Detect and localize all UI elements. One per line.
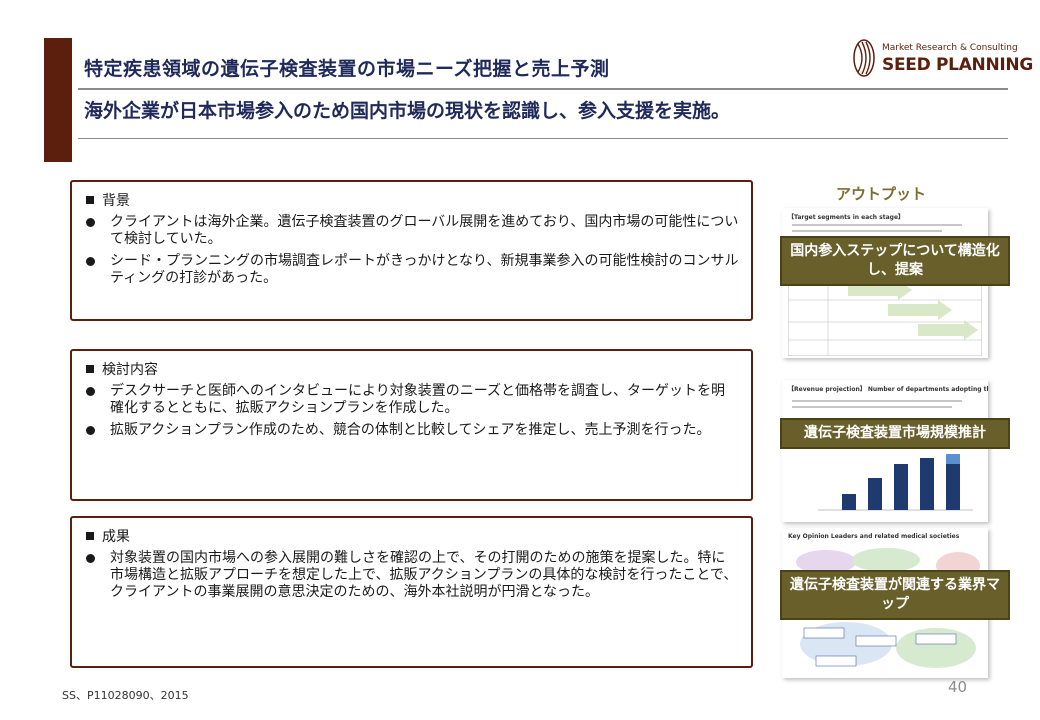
bullet-dot-icon	[86, 422, 104, 439]
results-section: 成果 対象装置の国内市場への参入展開の難しさを確認の上で、その打開のための施策を…	[70, 516, 753, 668]
square-bullet-icon	[86, 365, 94, 373]
section-heading: 検討内容	[84, 359, 739, 379]
output-label-industry-map: 遺伝子検査装置が関連する業界マップ	[780, 570, 1010, 620]
output-label-market-size: 遺伝子検査装置市場規模推計	[780, 418, 1010, 449]
thumb-caption: Key Opinion Leaders and related medical …	[788, 533, 960, 540]
output-thumbnail-market-size: 【Revenue projection】 Number of departmen…	[782, 380, 988, 522]
study-content-section: 検討内容 デスクサーチと医師へのインタビューにより対象装置のニーズと価格帯を調査…	[70, 349, 753, 501]
title-divider	[78, 88, 1008, 90]
list-item: シード・プランニングの市場調査レポートがきっかけとなり、新規事業参入の可能性検討…	[84, 253, 739, 287]
bullet-dot-icon	[86, 214, 104, 248]
steps-diagram-thumb	[788, 278, 982, 356]
section-heading: 成果	[84, 526, 739, 546]
page-subtitle: 海外企業が日本市場参入のため国内市場の現状を認識し、参入支援を実施。	[84, 100, 731, 122]
list-item: デスクサーチと医師へのインタビューにより対象装置のニーズと価格帯を調査し、ターゲ…	[84, 383, 739, 417]
footer-reference: SS、P11028090、2015	[62, 689, 189, 702]
subtitle-divider	[78, 138, 1008, 139]
list-item: クライアントは海外企業。遺伝子検査装置のグローバル展開を進めており、国内市場の可…	[84, 214, 739, 248]
logo-name: SEED PLANNING	[882, 55, 1034, 75]
section-heading: 背景	[84, 190, 739, 210]
list-item: 対象装置の国内市場への参入展開の難しさを確認の上で、その打開のための施策を提案し…	[84, 550, 739, 601]
page-number: 40	[948, 678, 968, 696]
output-title: アウトプット	[835, 185, 926, 203]
bullet-dot-icon	[86, 383, 104, 417]
thumb-caption: 【Revenue projection】 Number of departmen…	[788, 386, 988, 393]
header-accent-bar	[44, 38, 72, 162]
bullet-dot-icon	[86, 550, 104, 601]
logo-tagline: Market Research & Consulting	[882, 43, 1018, 53]
seed-planning-logo: Market Research & Consulting SEED PLANNI…	[852, 38, 1033, 80]
seed-logo-icon	[853, 39, 875, 77]
list-item: 拡販アクションプラン作成のため、競合の体制と比較してシェアを推定し、売上予測を行…	[84, 422, 739, 439]
square-bullet-icon	[86, 196, 94, 204]
output-label-steps: 国内参入ステップについて構造化し、提案	[780, 236, 1010, 286]
page-title: 特定疾患領域の遺伝子検査装置の市場ニーズ把握と売上予測	[84, 58, 610, 80]
revenue-chart-thumb	[818, 454, 973, 511]
background-section: 背景 クライアントは海外企業。遺伝子検査装置のグローバル展開を進めており、国内市…	[70, 180, 753, 321]
bullet-dot-icon	[86, 253, 104, 287]
thumb-caption: 【Target segments in each stage】	[788, 214, 905, 221]
square-bullet-icon	[86, 532, 94, 540]
